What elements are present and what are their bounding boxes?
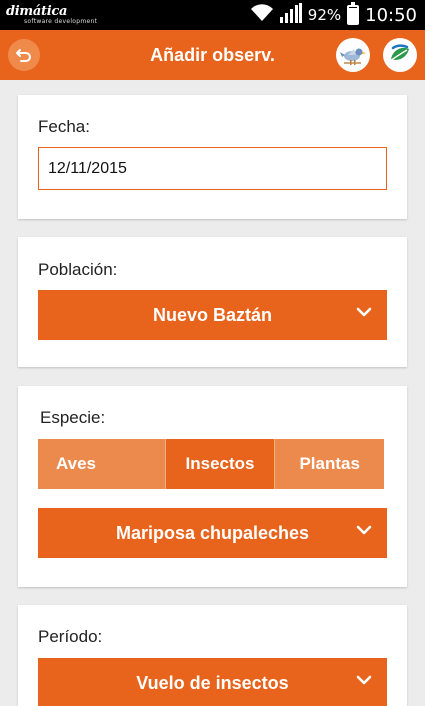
chevron-down-icon [356, 525, 372, 535]
brand-name: dimática [6, 4, 68, 19]
status-bar: dimática software development 92% 10:50 [0, 0, 425, 30]
clock: 10:50 [365, 4, 417, 26]
population-value: Nuevo Baztán [152, 304, 273, 325]
species-category-tabs: Aves Insectos Plantas [38, 439, 385, 489]
species-label: Especie: [40, 408, 106, 427]
period-select[interactable]: Vuelo de insectos [38, 658, 387, 706]
battery-icon [347, 2, 360, 25]
brand-subtitle: software development [24, 18, 98, 25]
action-bar: Añadir observ. [0, 30, 425, 80]
period-value: Vuelo de insectos [136, 672, 289, 693]
species-value: Mariposa chupaleches [115, 522, 310, 543]
tab-plantas[interactable]: Plantas [274, 439, 385, 489]
leaf-icon [389, 44, 409, 62]
back-icon [16, 49, 31, 62]
battery-percentage: 92% [307, 6, 342, 24]
chevron-down-icon [356, 675, 372, 685]
population-label: Población: [38, 260, 118, 279]
status-indicators: 92% 10:50 [250, 2, 417, 27]
brand-logo: dimática software development [6, 5, 97, 25]
tab-insectos[interactable]: Insectos [164, 439, 275, 489]
chevron-down-icon [356, 307, 372, 317]
population-select[interactable]: Nuevo Baztán [38, 290, 387, 340]
back-button[interactable] [8, 39, 40, 71]
period-card: Período: Vuelo de insectos [18, 605, 407, 706]
wifi-icon [250, 4, 274, 26]
plants-button[interactable] [383, 38, 417, 72]
species-card: Especie: Aves Insectos Plantas Mariposa … [18, 386, 407, 587]
tab-aves[interactable]: Aves [38, 439, 165, 489]
signal-icon [279, 3, 302, 27]
period-label: Período: [38, 627, 103, 646]
date-card: Fecha: 12/11/2015 [18, 95, 407, 219]
species-select[interactable]: Mariposa chupaleches [38, 508, 387, 558]
date-input[interactable]: 12/11/2015 [38, 147, 387, 190]
bird-icon [340, 48, 366, 65]
birds-button[interactable] [336, 38, 370, 72]
population-card: Población: Nuevo Baztán [18, 237, 407, 367]
date-label: Fecha: [38, 117, 90, 136]
